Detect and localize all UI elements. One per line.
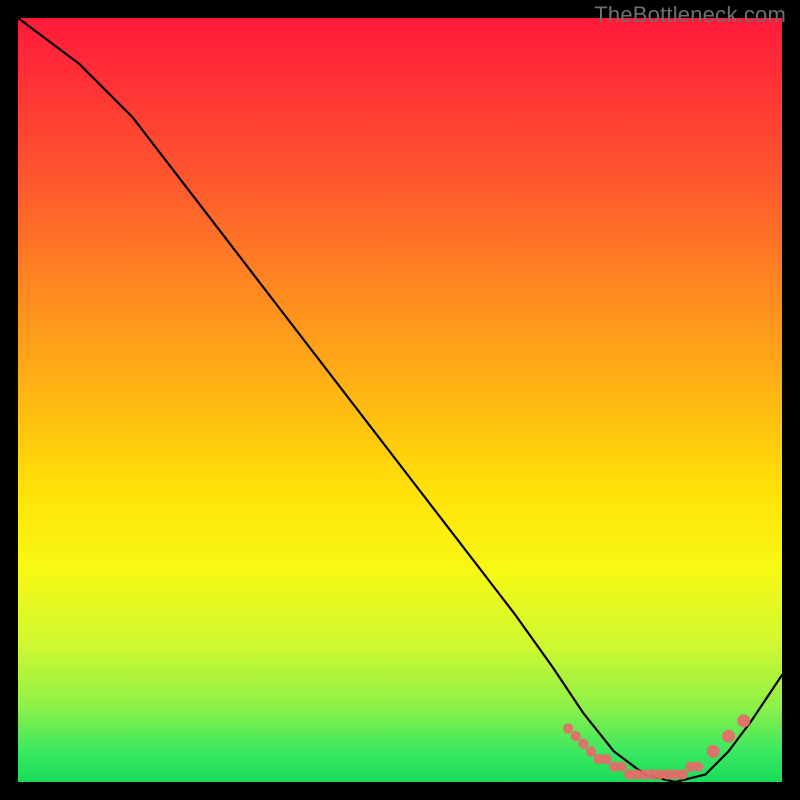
highlight-dot (578, 739, 588, 749)
bottleneck-curve (18, 18, 782, 782)
watermark-text: TheBottleneck.com (594, 2, 786, 28)
highlight-dot (571, 731, 581, 741)
highlight-dot (737, 714, 750, 727)
plot-area (18, 18, 782, 782)
highlight-dot (722, 730, 735, 743)
highlight-dot (616, 762, 626, 772)
highlight-dot (601, 754, 611, 764)
highlight-dot (707, 745, 720, 758)
highlight-dot (678, 769, 688, 779)
chart-frame: TheBottleneck.com (0, 0, 800, 800)
highlight-dot (563, 723, 573, 733)
curve-svg (18, 18, 782, 782)
highlight-dot (586, 746, 596, 756)
highlight-dot (693, 762, 703, 772)
